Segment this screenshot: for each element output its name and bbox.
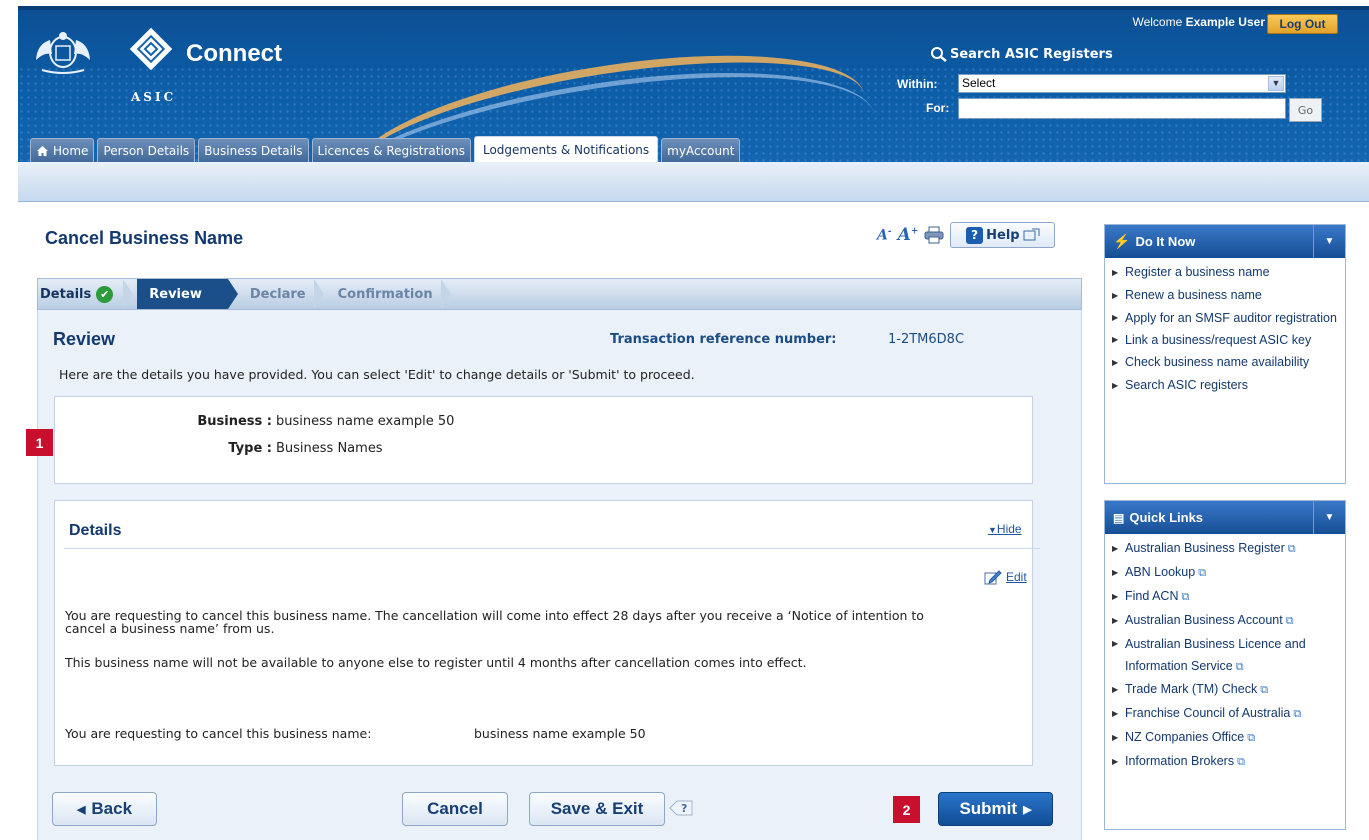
details-heading: Details bbox=[69, 522, 122, 539]
search-registers-title: Search ASIC Registers bbox=[930, 46, 1113, 62]
do-it-now-panel: ⚡ Do It Now ▼ Register a business name R… bbox=[1104, 224, 1346, 484]
connect-logo-icon bbox=[129, 27, 173, 71]
quick-link-item[interactable]: Franchise Council of Australia⧉ bbox=[1105, 702, 1345, 726]
tab-business-details[interactable]: Business Details bbox=[198, 138, 309, 162]
tab-lodgements-notifications[interactable]: Lodgements & Notifications bbox=[473, 136, 659, 162]
review-instructions: Here are the details you have provided. … bbox=[59, 367, 695, 382]
external-link-icon: ⧉ bbox=[1285, 615, 1294, 627]
svg-text:?: ? bbox=[681, 802, 687, 815]
edit-pencil-icon bbox=[984, 570, 1002, 585]
annotation-badge-2: 2 bbox=[893, 796, 920, 823]
increase-text-icon[interactable]: A+ bbox=[898, 225, 919, 245]
step-confirmation: Confirmation bbox=[328, 279, 455, 309]
quick-link-item[interactable]: Trade Mark (TM) Check⧉ bbox=[1105, 678, 1345, 702]
tab-licences-registrations[interactable]: Licences & Registrations bbox=[311, 138, 471, 162]
user-name: Example User bbox=[1185, 15, 1265, 29]
search-for-input[interactable] bbox=[958, 98, 1286, 119]
save-help-icon[interactable]: ? bbox=[668, 798, 694, 818]
help-question-icon: ? bbox=[966, 226, 984, 244]
do-it-now-header: ⚡ Do It Now ▼ bbox=[1105, 225, 1345, 258]
business-label: Business : bbox=[197, 414, 272, 429]
details-divider bbox=[64, 548, 1040, 549]
do-it-now-item[interactable]: Check business name availability bbox=[1105, 351, 1345, 374]
agency-label: ASIC bbox=[131, 90, 177, 104]
external-link-icon: ⧉ bbox=[1293, 708, 1302, 720]
progress-steps: Details ✔ Review Declare Confirmation bbox=[37, 278, 1082, 310]
annotation-badge-1: 1 bbox=[26, 429, 53, 456]
links-icon: ▤ bbox=[1113, 510, 1125, 525]
caret-down-icon: ▼ bbox=[988, 525, 997, 535]
do-it-now-item[interactable]: Register a business name bbox=[1105, 261, 1345, 284]
quick-links-header: ▤ Quick Links ▼ bbox=[1105, 501, 1345, 534]
external-link-icon: ⧉ bbox=[1181, 591, 1190, 603]
chevron-right-icon: ▶ bbox=[1023, 803, 1032, 816]
review-title: Review bbox=[53, 329, 116, 349]
external-window-icon bbox=[1023, 228, 1040, 241]
step-review: Review bbox=[137, 279, 238, 309]
quick-link-item[interactable]: ABN Lookup⧉ bbox=[1105, 561, 1345, 585]
quick-link-item[interactable]: Australian Business Account⧉ bbox=[1105, 609, 1345, 633]
quick-links-panel: ▤ Quick Links ▼ Australian Business Regi… bbox=[1104, 500, 1346, 830]
tab-home[interactable]: Home bbox=[30, 138, 95, 162]
page-tools: A- A+ ? Help bbox=[877, 222, 1056, 248]
cancel-request-value: business name example 50 bbox=[474, 726, 646, 741]
business-value: business name example 50 bbox=[276, 414, 455, 429]
cancel-button[interactable]: Cancel bbox=[402, 792, 508, 826]
quick-link-item[interactable]: Information Brokers⧉ bbox=[1105, 750, 1345, 774]
external-link-icon: ⧉ bbox=[1198, 567, 1207, 579]
within-select[interactable]: Select ▼ bbox=[958, 74, 1286, 93]
go-button[interactable]: Go bbox=[1289, 98, 1322, 122]
for-label: For: bbox=[926, 101, 950, 115]
help-button[interactable]: ? Help bbox=[950, 222, 1056, 248]
external-link-icon: ⧉ bbox=[1260, 684, 1269, 696]
brand-name: Connect bbox=[186, 40, 282, 67]
save-exit-button[interactable]: Save & Exit bbox=[529, 792, 665, 826]
submit-button[interactable]: Submit ▶ bbox=[938, 792, 1053, 826]
external-link-icon: ⧉ bbox=[1237, 756, 1245, 768]
welcome-text: Welcome Example User bbox=[1132, 15, 1265, 29]
external-link-icon: ⧉ bbox=[1235, 661, 1244, 673]
type-value: Business Names bbox=[276, 441, 383, 456]
cancel-request-label: You are requesting to cancel this busine… bbox=[65, 726, 372, 741]
availability-notice-text: This business name will not be available… bbox=[65, 655, 807, 670]
search-icon bbox=[931, 47, 947, 62]
business-summary-box bbox=[54, 396, 1033, 484]
check-icon: ✔ bbox=[96, 285, 114, 303]
cancellation-notice-text: You are requesting to cancel this busine… bbox=[65, 608, 924, 636]
do-it-now-item[interactable]: Apply for an SMSF auditor registration bbox=[1105, 307, 1345, 329]
external-link-icon: ⧉ bbox=[1247, 732, 1256, 744]
lightning-icon: ⚡ bbox=[1113, 233, 1131, 249]
chevron-left-icon: ◀ bbox=[76, 803, 86, 816]
home-icon bbox=[37, 145, 48, 156]
edit-details-link[interactable]: Edit bbox=[984, 569, 1027, 585]
quick-link-item[interactable]: Australian Business Licence and Informat… bbox=[1105, 633, 1345, 678]
step-details: Details ✔ bbox=[38, 279, 137, 309]
coat-of-arms-icon bbox=[36, 32, 90, 74]
page-title: Cancel Business Name bbox=[45, 228, 244, 248]
print-icon[interactable] bbox=[924, 226, 944, 244]
do-it-now-item[interactable]: Link a business/request ASIC key bbox=[1105, 329, 1345, 351]
step-declare: Declare bbox=[228, 279, 328, 309]
transaction-reference-value: 1-2TM6D8C bbox=[888, 332, 965, 347]
quick-link-item[interactable]: NZ Companies Office⧉ bbox=[1105, 726, 1345, 750]
main-nav-tabs: Home Person Details Business Details Lic… bbox=[30, 136, 741, 162]
quick-link-item[interactable]: Find ACN⧉ bbox=[1105, 585, 1345, 609]
type-label: Type : bbox=[228, 441, 272, 456]
logout-button[interactable]: Log Out bbox=[1267, 14, 1338, 34]
external-link-icon: ⧉ bbox=[1287, 543, 1296, 555]
quick-link-item[interactable]: Australian Business Register⧉ bbox=[1105, 537, 1345, 561]
decrease-text-icon[interactable]: A- bbox=[877, 227, 892, 244]
sub-navigation-bar bbox=[18, 162, 1369, 202]
do-it-now-item[interactable]: Search ASIC registers bbox=[1105, 374, 1345, 397]
chevron-down-icon[interactable]: ▼ bbox=[1313, 501, 1345, 534]
within-label: Within: bbox=[897, 77, 938, 91]
tab-myaccount[interactable]: myAccount bbox=[661, 138, 741, 162]
chevron-down-icon[interactable]: ▼ bbox=[1313, 225, 1345, 258]
chevron-down-icon[interactable]: ▼ bbox=[1268, 76, 1284, 91]
do-it-now-item[interactable]: Renew a business name bbox=[1105, 284, 1345, 307]
back-button[interactable]: ◀ Back bbox=[52, 792, 157, 826]
hide-details-link[interactable]: ▼Hide bbox=[988, 522, 1022, 536]
tab-person-details[interactable]: Person Details bbox=[97, 138, 196, 162]
transaction-reference-label: Transaction reference number: bbox=[610, 332, 837, 347]
